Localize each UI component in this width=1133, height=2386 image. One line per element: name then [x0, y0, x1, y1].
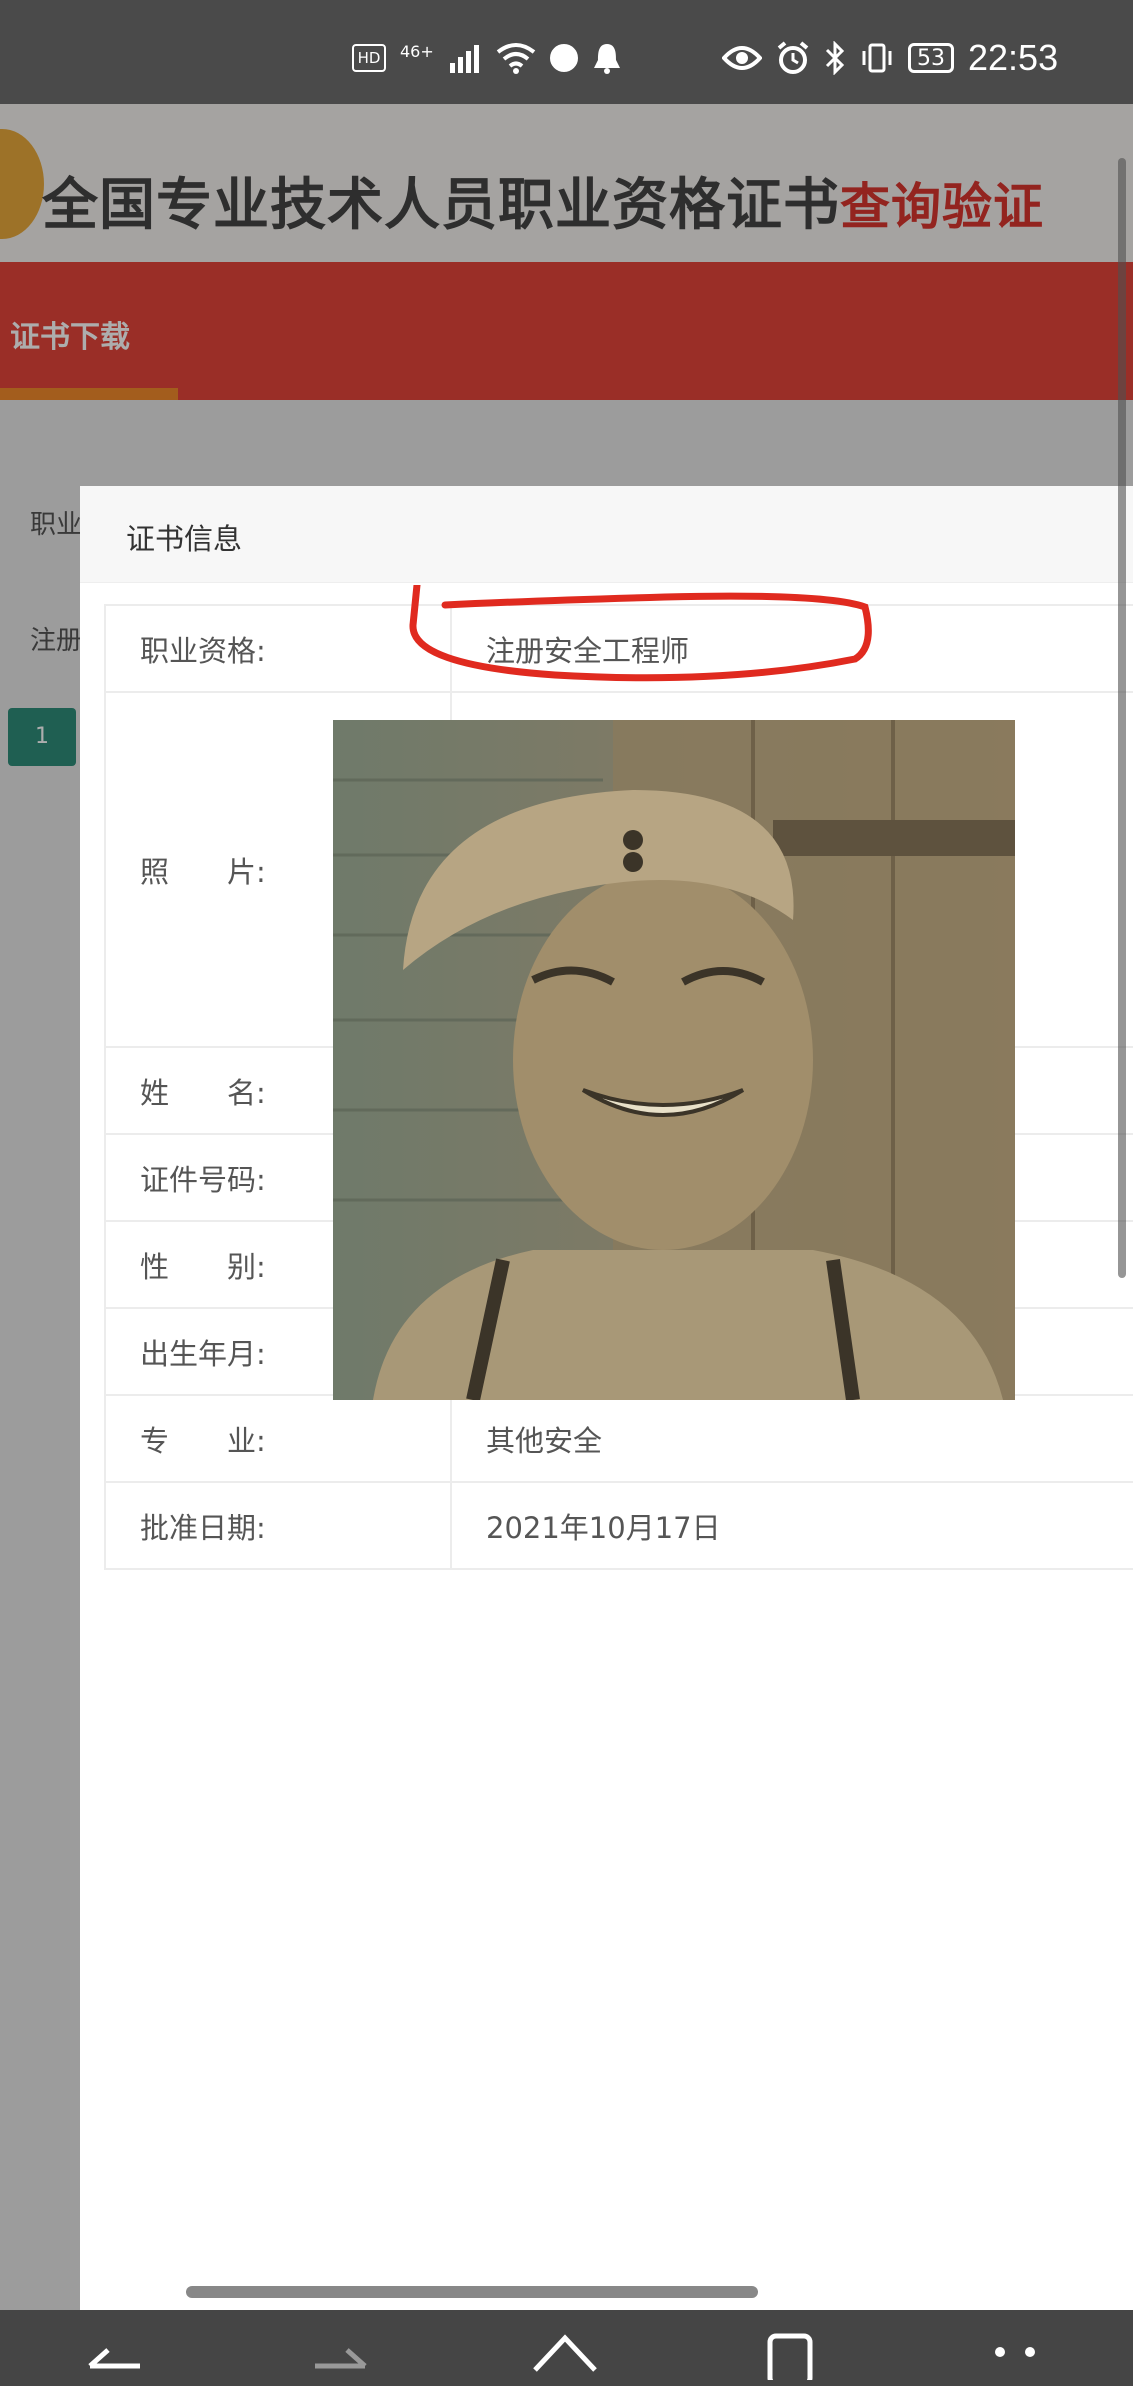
horizontal-scrollbar[interactable]: [186, 2286, 758, 2298]
home-icon[interactable]: [520, 2320, 610, 2380]
hd-icon: HD: [352, 44, 386, 72]
notification-icon: [593, 44, 620, 74]
vertical-scrollbar[interactable]: [1118, 158, 1126, 1278]
bluetooth-icon: [825, 41, 845, 75]
wifi-icon: [496, 43, 535, 74]
red-circle-annotation: [409, 585, 872, 682]
table-row: 批准日期: 2021年10月17日: [104, 1481, 1133, 1570]
back-icon[interactable]: [70, 2320, 160, 2380]
table-row: 专 业: 其他安全: [104, 1394, 1133, 1483]
row-value: 其他安全: [450, 1394, 1133, 1483]
clock: 22:53: [968, 37, 1059, 78]
tabs-icon[interactable]: [745, 2320, 835, 2380]
menu-icon[interactable]: [970, 2320, 1060, 2380]
status-bar: HD 46+ 53 22:53: [0, 0, 1133, 104]
app-icon: [549, 44, 578, 72]
battery-indicator: 53: [908, 43, 954, 73]
signal-icon: [449, 45, 479, 73]
row-label: 职业资格:: [104, 604, 452, 693]
photo-image: [333, 720, 1015, 1400]
row-label: 批准日期:: [104, 1481, 452, 1570]
forward-icon[interactable]: [295, 2320, 385, 2380]
dialog-title: 证书信息: [126, 522, 243, 556]
row-value: 2021年10月17日: [450, 1481, 1133, 1570]
row-label: 专 业:: [104, 1394, 452, 1483]
network-type: 46+: [400, 41, 434, 61]
dialog-header: 证书信息: [80, 486, 1133, 583]
eye-icon: [722, 46, 762, 70]
alarm-icon: [777, 41, 809, 74]
browser-nav-bar: [0, 2310, 1133, 2386]
vibrate-icon: [862, 43, 892, 73]
